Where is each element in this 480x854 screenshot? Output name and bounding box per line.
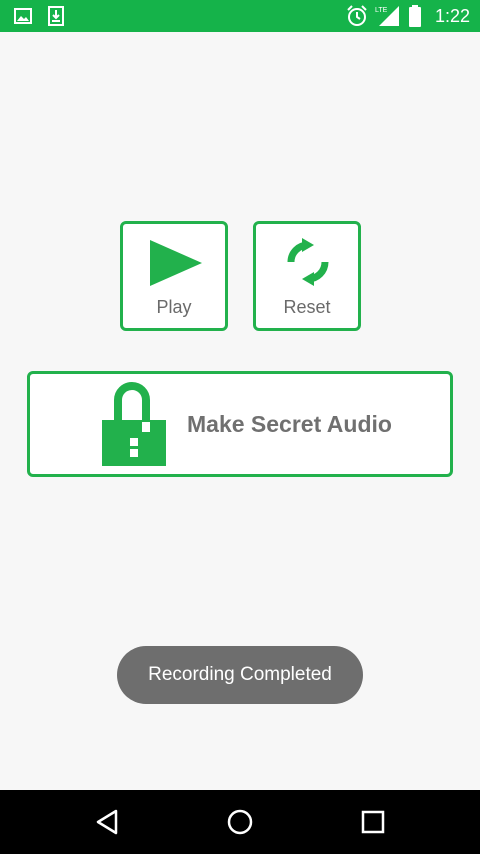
alarm-icon: [346, 0, 368, 32]
play-icon: [150, 240, 202, 286]
reset-button[interactable]: Reset: [253, 221, 361, 331]
play-button[interactable]: Play: [120, 221, 228, 331]
clock: 1:22: [434, 6, 470, 26]
recents-icon[interactable]: [353, 802, 393, 842]
reset-label: Reset: [283, 297, 331, 317]
navigation-bar: [0, 790, 480, 854]
refresh-icon: [287, 238, 329, 286]
make-secret-audio-button[interactable]: Make Secret Audio: [27, 371, 453, 477]
unlock-icon: [102, 382, 166, 466]
network-type: LTE: [375, 7, 388, 14]
battery-icon: [409, 0, 421, 32]
status-bar: LTE 1:22: [0, 0, 480, 32]
home-icon[interactable]: [220, 802, 260, 842]
gallery-icon: [14, 0, 32, 32]
signal-icon: LTE: [375, 0, 401, 32]
back-icon[interactable]: [87, 802, 127, 842]
play-label: Play: [156, 297, 192, 317]
download-icon: [48, 0, 64, 32]
toast-message: Recording Completed: [117, 646, 363, 704]
make-secret-audio-label: Make Secret Audio: [187, 411, 392, 437]
